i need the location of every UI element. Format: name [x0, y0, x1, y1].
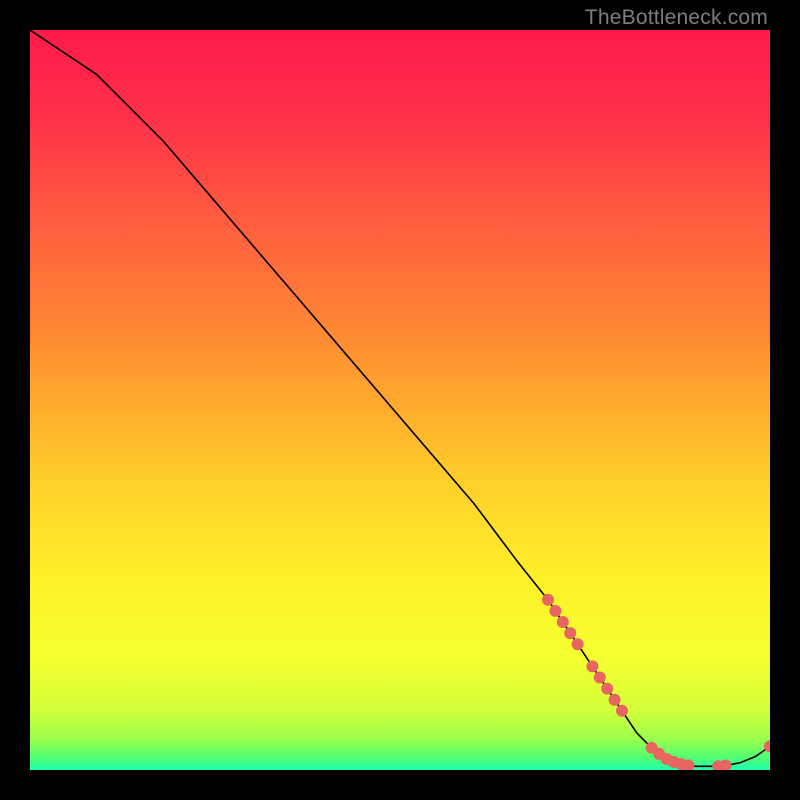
- watermark-text: TheBottleneck.com: [585, 6, 768, 30]
- data-point: [549, 605, 561, 617]
- data-point: [542, 594, 554, 606]
- data-point: [557, 616, 569, 628]
- plot-area: [30, 30, 770, 770]
- data-point: [572, 638, 584, 650]
- data-point: [564, 627, 576, 639]
- data-point: [586, 660, 598, 672]
- gradient-background: [30, 30, 770, 770]
- data-point: [594, 672, 606, 684]
- data-point: [601, 683, 613, 695]
- plot-svg: [30, 30, 770, 770]
- data-point: [616, 705, 628, 717]
- chart-root: TheBottleneck.com: [0, 0, 800, 800]
- data-point: [609, 694, 621, 706]
